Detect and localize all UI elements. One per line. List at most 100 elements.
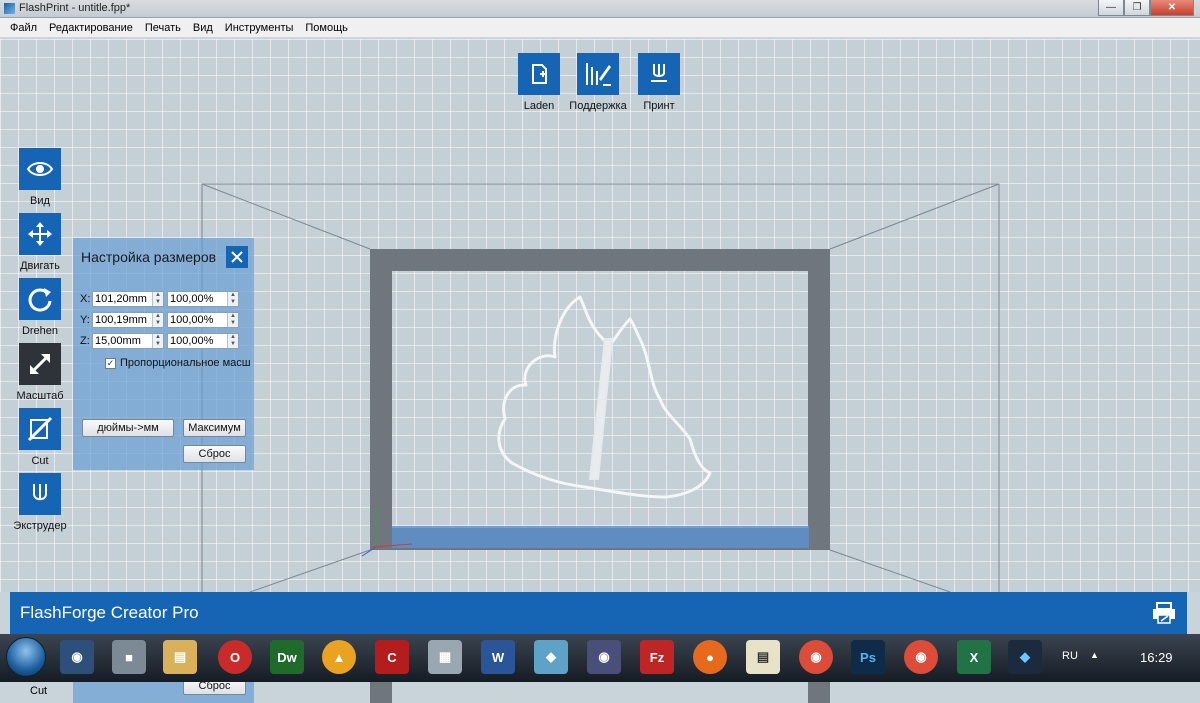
printer-status-icon[interactable] (1149, 598, 1179, 628)
perspective-edge-br (829, 549, 951, 592)
x-size-value: 101,20mm (95, 292, 147, 305)
panel-close-icon[interactable] (226, 246, 248, 268)
menu-tools[interactable]: Инструменты (219, 22, 300, 34)
move-label: Двигать (20, 260, 60, 272)
remnant-frame-left (370, 682, 392, 703)
filezilla-icon[interactable]: Fz (640, 640, 674, 674)
archiver-icon[interactable]: ▲ (322, 640, 356, 674)
menu-edit[interactable]: Редактирование (43, 22, 139, 34)
z-size-input[interactable]: 15,00mm ▲ ▼ (92, 332, 164, 349)
extruder-tool[interactable]: Экструдер (10, 473, 70, 532)
move-arrows-icon[interactable] (19, 213, 61, 255)
flashprint-taskbar-icon[interactable]: ◉ (587, 640, 621, 674)
paint-icon[interactable]: ■ (112, 640, 146, 674)
extruder-nozzle-icon[interactable] (19, 473, 61, 515)
move-tool[interactable]: Двигать (10, 213, 70, 272)
window-title-bar: FlashPrint - untitle.fpp* — ❐ ✕ (0, 0, 1200, 18)
system-clock[interactable]: 16:29 (1140, 650, 1173, 665)
y-size-input[interactable]: 100,19mm ▲ ▼ (92, 311, 164, 328)
3d-model (497, 295, 712, 499)
y-size-spinner-icon[interactable]: ▲ ▼ (152, 312, 163, 327)
flashforge-icon[interactable]: ◆ (1008, 640, 1042, 674)
menu-print[interactable]: Печать (139, 22, 187, 34)
supports-tool[interactable]: Поддержка (568, 53, 628, 112)
load-tool[interactable]: Laden (509, 53, 569, 112)
z-size-spinner-icon[interactable]: ▲ ▼ (152, 333, 163, 348)
restore-icon[interactable]: ❐ (1124, 0, 1150, 16)
tray-expand-icon[interactable]: ▲ (1090, 650, 1099, 660)
start-orb-icon[interactable] (6, 637, 46, 677)
calculator-icon[interactable]: ▦ (428, 640, 462, 674)
chrome-alt-icon[interactable]: ◉ (904, 640, 938, 674)
z-percent-spinner-icon[interactable]: ▲ ▼ (227, 333, 238, 348)
firefox-icon[interactable]: ● (693, 640, 727, 674)
proportional-checkbox[interactable]: ✓ (105, 357, 116, 369)
scale-diagonal-icon[interactable] (19, 343, 61, 385)
maximum-button[interactable]: Максимум (183, 419, 246, 437)
cad-app-icon[interactable]: C (375, 640, 409, 674)
print-label: Принт (643, 100, 675, 112)
rotate-icon[interactable] (19, 278, 61, 320)
y-size-value: 100,19mm (95, 313, 147, 326)
photoshop-icon[interactable]: Ps (851, 640, 885, 674)
perspective-edge-tr (829, 183, 1000, 250)
proportional-scale-option[interactable]: ✓ Пропорциональное масш (105, 357, 251, 369)
cut-tool[interactable]: Cut (10, 408, 70, 467)
dreamweaver-icon[interactable]: Dw (270, 640, 304, 674)
remnant-frame-right (808, 682, 830, 703)
x-percent-input[interactable]: 100,00% ▲ ▼ (167, 290, 239, 307)
scale-label: Масштаб (16, 390, 64, 402)
reset-button[interactable]: Сброс (183, 445, 246, 463)
z-size-value: 15,00mm (95, 334, 141, 347)
load-label: Laden (523, 100, 555, 112)
menu-view[interactable]: Вид (187, 22, 219, 34)
inch-to-mm-button[interactable]: дюймы->мм (82, 419, 174, 437)
x-percent-spinner-icon[interactable]: ▲ ▼ (227, 291, 238, 306)
minimize-icon[interactable]: — (1098, 0, 1124, 16)
z-axis-gizmo (361, 546, 377, 557)
print-nozzle-icon[interactable] (638, 53, 680, 95)
view-label: Вид (30, 195, 50, 207)
rotate-tool[interactable]: Drehen (10, 278, 70, 337)
x-size-spinner-icon[interactable]: ▲ ▼ (152, 291, 163, 306)
supports-icon[interactable] (577, 53, 619, 95)
chrome-icon[interactable]: ◉ (799, 640, 833, 674)
eye-icon[interactable] (19, 148, 61, 190)
remnant-reset-button[interactable]: Сброс (183, 682, 246, 695)
excel-icon[interactable]: X (957, 640, 991, 674)
lock-app-icon[interactable]: ◉ (60, 640, 94, 674)
print-tool[interactable]: Принт (629, 53, 689, 112)
close-icon[interactable]: ✕ (1150, 0, 1194, 16)
proportional-label: Пропорциональное масш (120, 357, 251, 369)
z-percent-input[interactable]: 100,00% ▲ ▼ (167, 332, 239, 349)
y-percent-spinner-icon[interactable]: ▲ ▼ (227, 312, 238, 327)
scale-panel-title: Настройка размеров (81, 249, 217, 265)
language-indicator[interactable]: RU (1062, 650, 1078, 662)
cut-icon[interactable] (19, 408, 61, 450)
z-axis-label: Z: (80, 334, 90, 347)
file-explorer-icon[interactable]: ▤ (163, 640, 197, 674)
scale-tool[interactable]: Масштаб (10, 343, 70, 402)
flashprint-app-icon (4, 3, 15, 14)
printer-status-bar: FlashForge Creator Pro (10, 592, 1187, 634)
opera-icon[interactable]: O (218, 640, 252, 674)
notepad-chart-icon[interactable]: ▤ (746, 640, 780, 674)
cut-label: Cut (31, 455, 49, 467)
menu-bar: Файл Редактирование Печать Вид Инструмен… (0, 18, 1200, 38)
x-percent-value: 100,00% (170, 292, 214, 305)
perspective-edge-bl (249, 549, 371, 592)
y-percent-input[interactable]: 100,00% ▲ ▼ (167, 311, 239, 328)
menu-help[interactable]: Помощь (299, 22, 354, 34)
z-size-row: Z: 15,00mm ▲ ▼ 100,00% ▲ ▼ (80, 332, 239, 349)
menu-file[interactable]: Файл (4, 22, 43, 34)
view-tool[interactable]: Вид (10, 148, 70, 207)
word-icon[interactable]: W (481, 640, 515, 674)
remnant-cut-label: Cut (30, 685, 48, 697)
load-file-icon[interactable] (518, 53, 560, 95)
x-size-input[interactable]: 101,20mm ▲ ▼ (92, 290, 164, 307)
x-size-row: X: 101,20mm ▲ ▼ 100,00% ▲ ▼ (80, 290, 239, 307)
supports-label: Поддержка (569, 100, 627, 112)
cube-app-icon[interactable]: ◆ (534, 640, 568, 674)
z-percent-value: 100,00% (170, 334, 214, 347)
windows-taskbar: ◉ ■ ▤ O Dw ▲ C ▦ W ◆ ◉ Fz ● ▤ ◉ Ps ◉ X ◆… (0, 634, 1200, 682)
